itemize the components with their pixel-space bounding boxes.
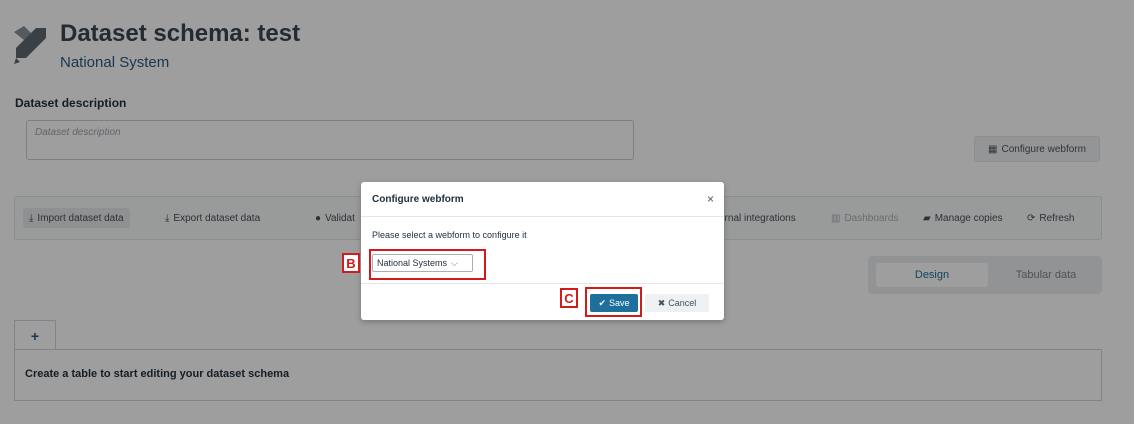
close-x-icon: ✖ bbox=[657, 297, 666, 308]
cancel-label: Cancel bbox=[668, 298, 697, 308]
dialog-title: Configure webform bbox=[372, 194, 464, 205]
cancel-button[interactable]: ✖ Cancel bbox=[645, 294, 709, 312]
close-icon[interactable]: × bbox=[707, 192, 714, 206]
callout-box-b bbox=[369, 249, 486, 280]
dialog-prompt: Please select a webform to configure it bbox=[372, 230, 527, 240]
dialog-footer: ✔ Save ✖ Cancel bbox=[361, 283, 724, 321]
callout-tag-c: C bbox=[560, 288, 578, 308]
callout-tag-b: B bbox=[342, 253, 360, 273]
callout-box-c bbox=[585, 287, 642, 317]
dialog-header: Configure webform × bbox=[361, 182, 724, 217]
